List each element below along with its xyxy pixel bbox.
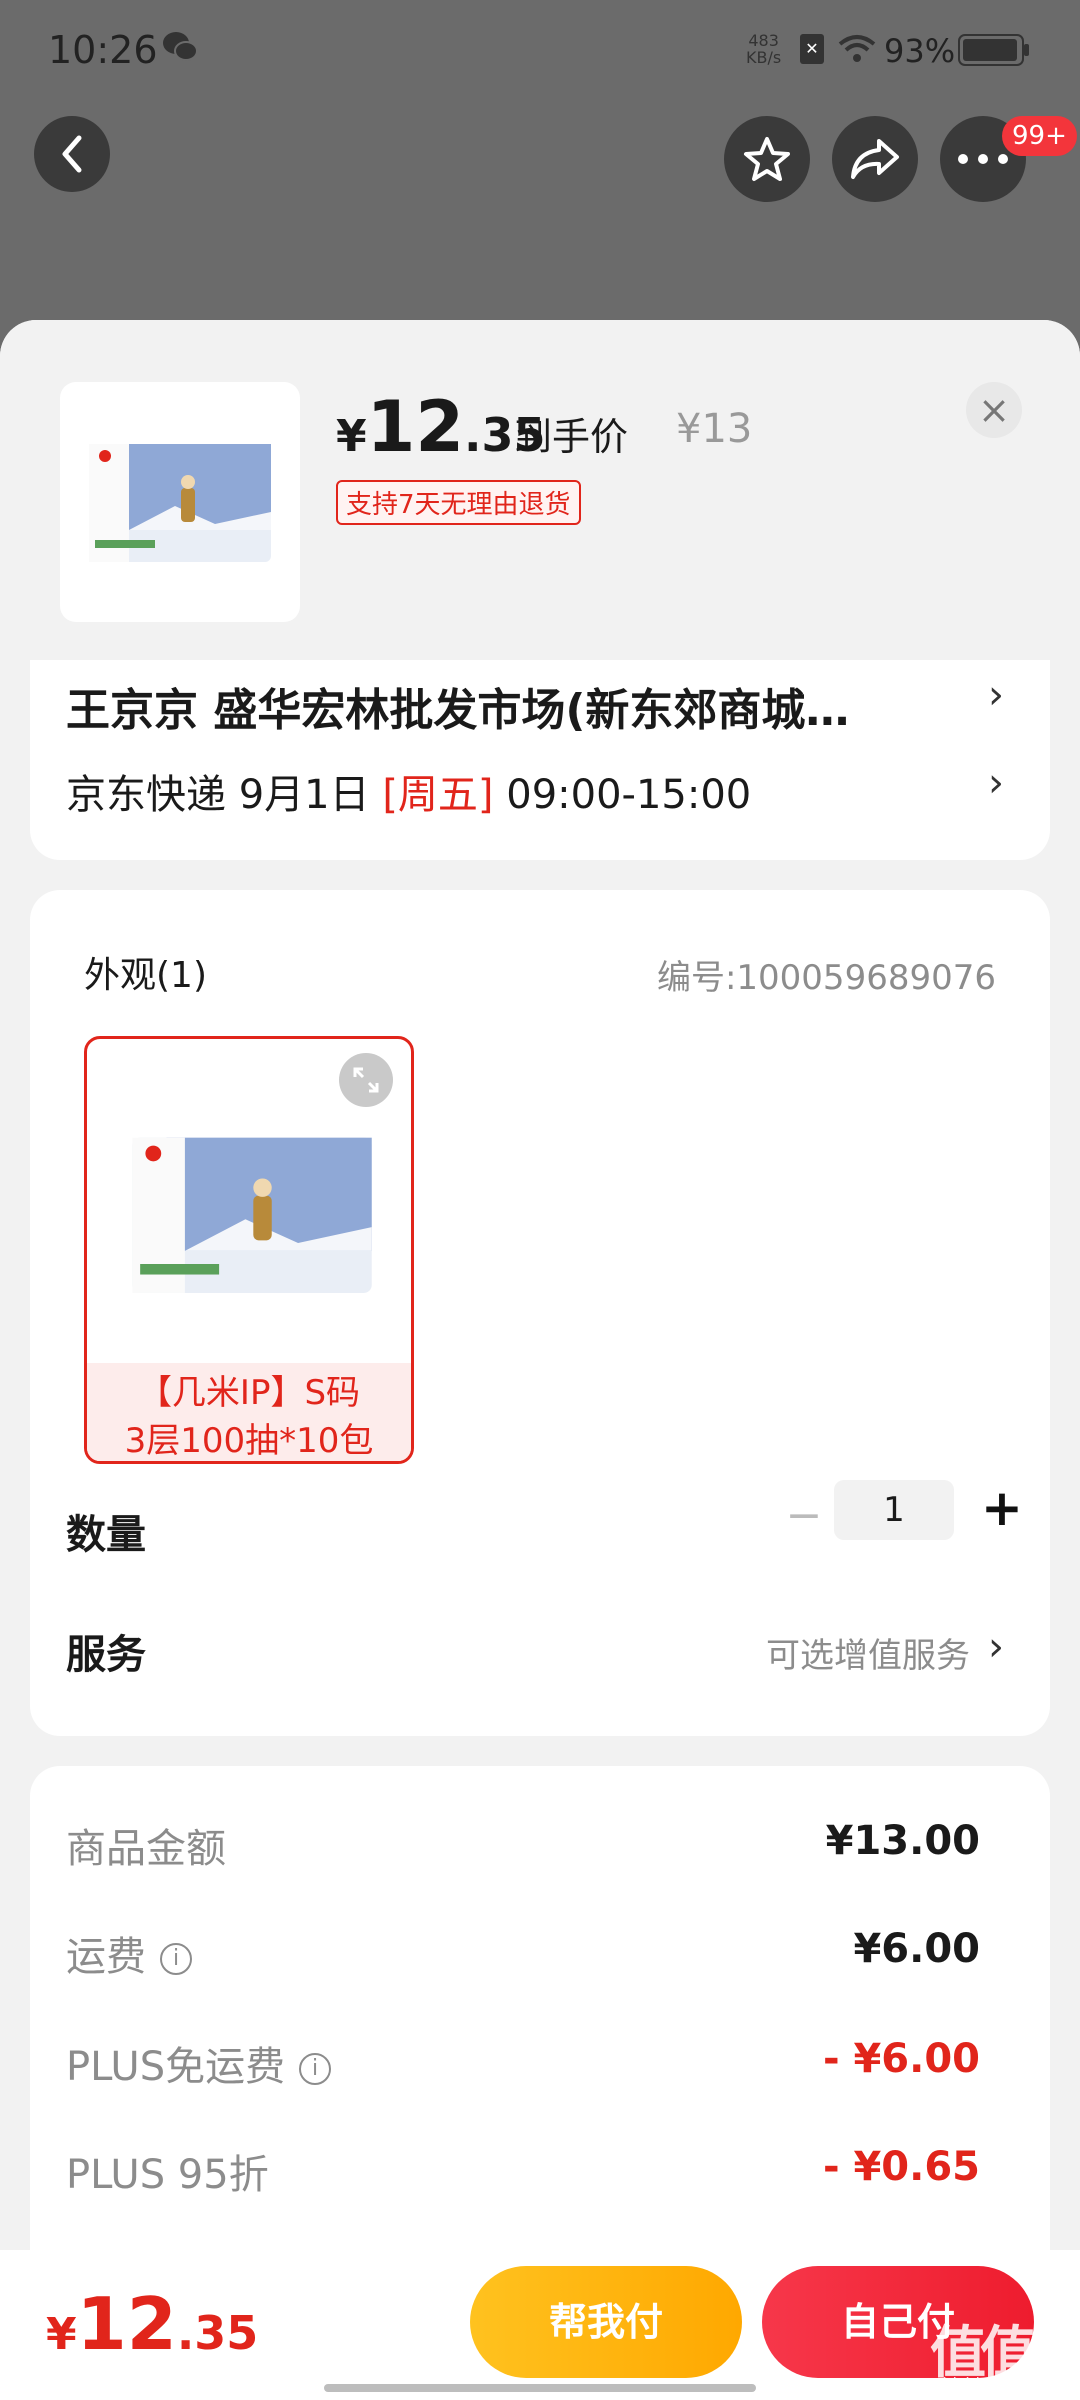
quantity-input[interactable]: 1 [834, 1480, 954, 1540]
info-icon[interactable]: i [299, 2053, 332, 2085]
total-price: ¥12.35 [46, 2282, 259, 2366]
favorite-button[interactable] [724, 116, 810, 202]
chevron-left-icon [62, 135, 82, 173]
service-selector[interactable]: 可选增值服务 [766, 1628, 970, 1677]
back-button[interactable] [34, 116, 110, 192]
delivery-weekday: [周五] [382, 772, 494, 818]
share-button[interactable] [832, 116, 918, 202]
message-badge: 99+ [1002, 116, 1077, 156]
status-bar: 10:26 483 KB/s ✕ 93% [0, 0, 1080, 100]
variant-image [117, 1089, 387, 1339]
spec-title: 外观(1) [84, 955, 207, 996]
product-code: 编号:100059689076 [656, 958, 996, 998]
tissue-pack-image [89, 444, 271, 562]
product-thumbnail[interactable] [60, 382, 300, 622]
more-dots-icon [958, 154, 1008, 164]
sheet-header: ¥12.35 到手价 ¥13 支持7天无理由退货 × [0, 320, 1080, 660]
close-icon: × [978, 388, 1010, 432]
network-speed: 483 KB/s [746, 31, 782, 67]
service-label: 服务 [66, 1632, 146, 1678]
quantity-label: 数量 [66, 1512, 146, 1558]
home-indicator[interactable] [324, 2384, 756, 2392]
delivery-time[interactable]: 京东快递 9月1日 [周五] 09:00-15:00 [66, 762, 751, 820]
amount-row-plus-discount: PLUS 95折 - ¥0.65 [66, 2144, 980, 2198]
purchase-sheet: ¥12.35 到手价 ¥13 支持7天无理由退货 × 王京京 盛华宏林批发市场(… [0, 320, 1080, 2400]
share-icon [851, 139, 899, 179]
close-button[interactable]: × [966, 382, 1022, 438]
wechat-icon [163, 32, 198, 61]
chevron-right-icon[interactable]: › [988, 1624, 1004, 1670]
clock: 10:26 [48, 28, 158, 72]
bottom-action-bar: ¥12.35 帮我付 自己付 值值值 zhizhizhi.com [0, 2250, 1080, 2400]
variant-label: 【几米IP】S码 3层100抽*10包 [87, 1363, 411, 1461]
quantity-decrease-button[interactable]: − [774, 1486, 834, 1546]
quantity-increase-button[interactable]: + [972, 1480, 1032, 1540]
final-price-label: 到手价 [514, 415, 629, 459]
chevron-right-icon[interactable]: › [988, 760, 1004, 806]
battery-icon [958, 34, 1029, 66]
delivery-card: 王京京 盛华宏林批发市场(新东郊商城… › 京东快递 9月1日 [周五] 09:… [30, 660, 1050, 860]
amount-row-goods: 商品金额 ¥13.00 [66, 1818, 980, 1872]
delivery-address[interactable]: 王京京 盛华宏林批发市场(新东郊商城… [66, 674, 966, 738]
info-icon[interactable]: i [160, 1943, 192, 1975]
return-policy-tag: 支持7天无理由退货 [336, 480, 581, 525]
original-price: ¥13 [676, 406, 753, 452]
battery-percent: 93% [884, 32, 956, 70]
amount-row-shipping: 运费 i ¥6.00 [66, 1926, 980, 1980]
wifi-icon [838, 35, 876, 62]
tissue-pack-image [132, 1137, 372, 1293]
amount-row-plus-free-shipping: PLUS免运费 i - ¥6.00 [66, 2036, 980, 2090]
chevron-right-icon[interactable]: › [988, 672, 1004, 718]
no-sim-icon: ✕ [800, 34, 824, 64]
star-icon [744, 137, 790, 181]
variant-option-selected[interactable]: 【几米IP】S码 3层100抽*10包 [84, 1036, 414, 1464]
help-pay-button[interactable]: 帮我付 [470, 2266, 742, 2378]
spec-card: 外观(1) 编号:100059689076 【几米IP】S码 3层100抽*10… [30, 890, 1050, 1736]
watermark-url: zhizhizhi.com [934, 2374, 1043, 2393]
